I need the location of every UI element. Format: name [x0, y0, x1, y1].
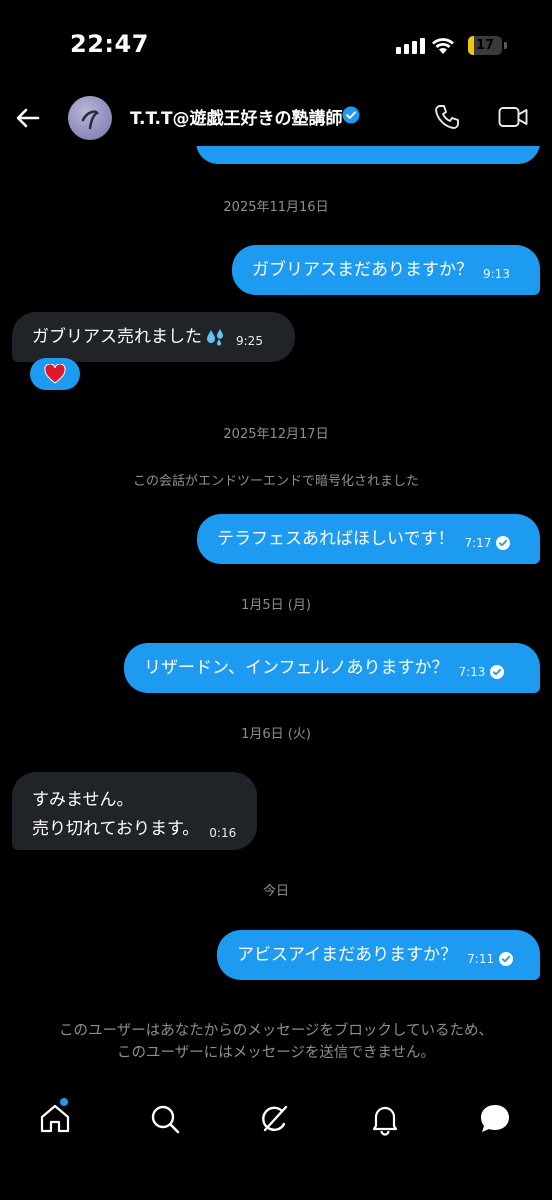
message-text: リザードン、インフェルノありますか？ — [144, 658, 449, 678]
message-bubble-outgoing[interactable]: リザードン、インフェルノありますか？ 7:13 — [124, 643, 540, 693]
back-arrow-icon[interactable] — [12, 102, 44, 134]
message-reaction[interactable] — [30, 358, 80, 390]
message-bubble-incoming[interactable]: ガブリアス売れました 9:25 — [12, 312, 295, 362]
avatar-image — [81, 110, 99, 130]
sweat-droplets-icon — [207, 329, 223, 346]
encryption-notice: この会話がエンドツーエンドで暗号化されました — [132, 474, 419, 489]
read-check-icon — [490, 665, 505, 679]
date-separator: 1月5日 (月) — [241, 598, 311, 613]
red-heart-icon — [44, 364, 66, 384]
date-separator: 1月6日 (火) — [241, 727, 311, 742]
read-check-icon — [496, 536, 511, 550]
message-bubble-incoming[interactable]: すみません。 売り切れております。 0:16 — [12, 772, 257, 850]
message-time: 9:25 — [236, 334, 263, 348]
bottom-navigation — [0, 1090, 552, 1150]
message-text-line: 売り切れております。 — [32, 819, 200, 839]
home-icon[interactable] — [38, 1102, 72, 1136]
battery-percentage: 17 — [475, 38, 495, 53]
message-text-line: すみません。 — [32, 790, 134, 810]
notifications-icon[interactable] — [368, 1102, 402, 1136]
blocked-notice: このユーザーはあなたからのメッセージをブロックしているため、 このユーザーにはメ… — [0, 1020, 552, 1064]
message-text: ガブリアス売れました — [32, 327, 202, 347]
phone-call-icon[interactable] — [432, 102, 462, 132]
conversation-header: T.T.T@遊戯王好きの塾講師 — [0, 90, 552, 146]
message-text: テラフェスあればほしいです！ — [217, 529, 455, 549]
wifi-icon — [432, 38, 454, 54]
battery-icon: 17 — [468, 36, 502, 55]
date-separator: 今日 — [262, 884, 289, 899]
message-text: ガブリアスまだありますか？ — [252, 260, 473, 280]
contact-avatar[interactable] — [68, 96, 112, 140]
status-bar: 22:47 17 — [0, 0, 552, 90]
date-separator: 2025年12月17日 — [223, 427, 329, 442]
grok-icon[interactable] — [258, 1102, 292, 1136]
video-call-icon[interactable] — [497, 102, 529, 132]
blocked-notice-line: このユーザーにはメッセージを送信できません。 — [117, 1045, 435, 1061]
search-icon[interactable] — [148, 1102, 182, 1136]
date-separator: 2025年11月16日 — [223, 200, 329, 215]
messages-icon[interactable] — [478, 1102, 512, 1136]
message-bubble-outgoing[interactable]: ガブリアスまだありますか？ 9:13 — [232, 245, 540, 295]
message-time: 7:11 — [467, 952, 495, 966]
read-check-icon — [499, 952, 514, 966]
status-time: 22:47 — [70, 30, 149, 58]
contact-name[interactable]: T.T.T@遊戯王好きの塾講師 — [130, 104, 343, 129]
message-time: 9:13 — [483, 267, 510, 281]
message-time: 7:17 — [464, 536, 492, 550]
battery-cap — [504, 42, 507, 49]
message-time: 7:13 — [458, 665, 486, 679]
cellular-signal-icon — [396, 38, 425, 54]
message-bubble-outgoing[interactable]: アビスアイまだありますか？ 7:11 — [217, 930, 540, 980]
message-bubble-outgoing[interactable]: テラフェスあればほしいです！ 7:17 — [197, 514, 540, 564]
blocked-notice-line: このユーザーはあなたからのメッセージをブロックしているため、 — [59, 1023, 493, 1039]
home-notification-dot — [60, 1098, 68, 1106]
verified-badge-icon — [342, 106, 360, 124]
message-time: 0:16 — [209, 826, 237, 840]
message-text: アビスアイまだありますか？ — [237, 945, 458, 965]
